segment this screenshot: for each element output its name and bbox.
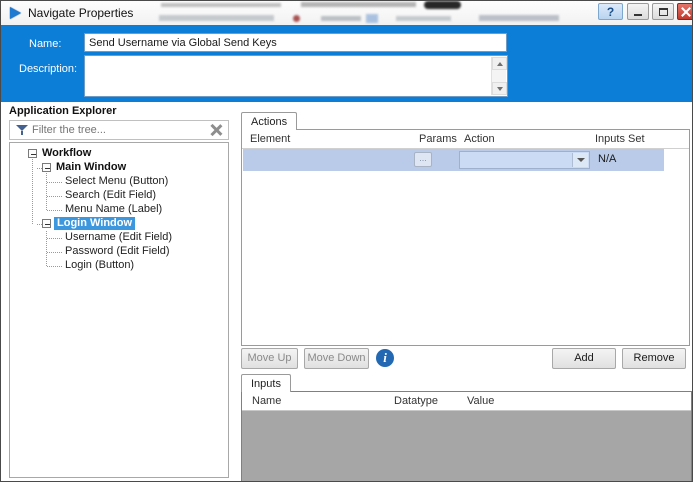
background-artifact [479,15,559,21]
background-artifact [293,15,300,22]
tree-item-main-window[interactable]: Main Window [10,161,228,175]
description-input[interactable] [84,55,508,97]
move-down-button[interactable]: Move Down [304,348,369,369]
name-input[interactable] [84,33,507,52]
collapse-icon[interactable] [42,219,51,228]
column-element: Element [250,133,290,145]
description-scrollbar[interactable] [491,57,506,95]
title-bar: Navigate Properties ? [1,1,692,25]
name-label: Name: [29,38,61,50]
params-button[interactable]: ... [414,152,432,167]
help-icon: ? [607,5,614,19]
tab-inputs[interactable]: Inputs [241,374,291,392]
collapse-icon[interactable] [28,149,37,158]
arrow-down-icon [497,87,503,91]
tree-filter [9,120,229,140]
maximize-button[interactable] [652,3,674,20]
column-params: Params [419,133,457,145]
inputs-table: Name Datatype Value [241,391,692,482]
tree-item-select-menu[interactable]: Select Menu (Button) [10,175,228,189]
scroll-up-button[interactable] [492,57,507,70]
background-artifact [396,16,451,21]
tab-actions[interactable]: Actions [241,112,297,130]
tree-item-password[interactable]: Password (Edit Field) [10,245,228,259]
close-icon [681,7,691,17]
maximize-icon [659,8,668,16]
column-action: Action [464,133,495,145]
column-inputs-set: Inputs Set [595,133,645,145]
column-name: Name [252,395,281,407]
tree-item-search[interactable]: Search (Edit Field) [10,189,228,203]
background-artifact [161,3,281,7]
dropdown-arrow-button[interactable] [572,153,588,167]
window-title: Navigate Properties [28,6,133,20]
background-artifact [366,14,378,23]
actions-table-header: Element Params Action Inputs Set [242,130,689,149]
inputs-set-cell: N/A [598,153,616,165]
arrow-up-icon [497,62,503,66]
scroll-down-button[interactable] [492,82,507,95]
background-artifact [321,16,361,21]
tree-item-workflow[interactable]: Workflow [10,147,228,161]
application-explorer-title: Application Explorer [9,105,117,117]
help-button[interactable]: ? [598,3,623,20]
filter-input[interactable] [32,124,206,136]
tree-item-login[interactable]: Login (Button) [10,259,228,273]
close-button[interactable] [677,3,693,20]
action-dropdown[interactable] [459,151,590,169]
tree-item-menu-name[interactable]: Menu Name (Label) [10,203,228,217]
actions-table: Element Params Action Inputs Set ... N/A [241,129,690,346]
remove-button[interactable]: Remove [622,348,686,369]
background-artifact [159,15,274,21]
clear-filter-icon[interactable] [210,124,222,136]
minimize-button[interactable] [627,3,649,20]
properties-header: Name: Description: [1,25,692,102]
column-value: Value [467,395,494,407]
application-explorer-tree: Workflow Main Window Select Menu (Button… [9,142,229,478]
description-value [88,58,489,94]
app-icon [10,7,21,19]
inputs-table-header: Name Datatype Value [242,392,691,411]
info-icon[interactable]: i [376,349,394,367]
move-up-button[interactable]: Move Up [241,348,298,369]
filter-icon [16,125,28,135]
action-row-selected[interactable]: ... N/A [243,149,664,171]
add-button[interactable]: Add [552,348,616,369]
navigate-properties-dialog: Navigate Properties ? Name: Description:… [0,0,693,482]
collapse-icon[interactable] [42,163,51,172]
background-artifact [424,1,461,9]
minimize-icon [634,14,642,16]
description-label: Description: [19,63,77,75]
tree-item-username[interactable]: Username (Edit Field) [10,231,228,245]
chevron-down-icon [577,158,585,162]
tree-item-login-window[interactable]: Login Window [10,217,228,231]
background-artifact [301,2,416,7]
inputs-table-body [242,411,691,482]
column-datatype: Datatype [394,395,438,407]
